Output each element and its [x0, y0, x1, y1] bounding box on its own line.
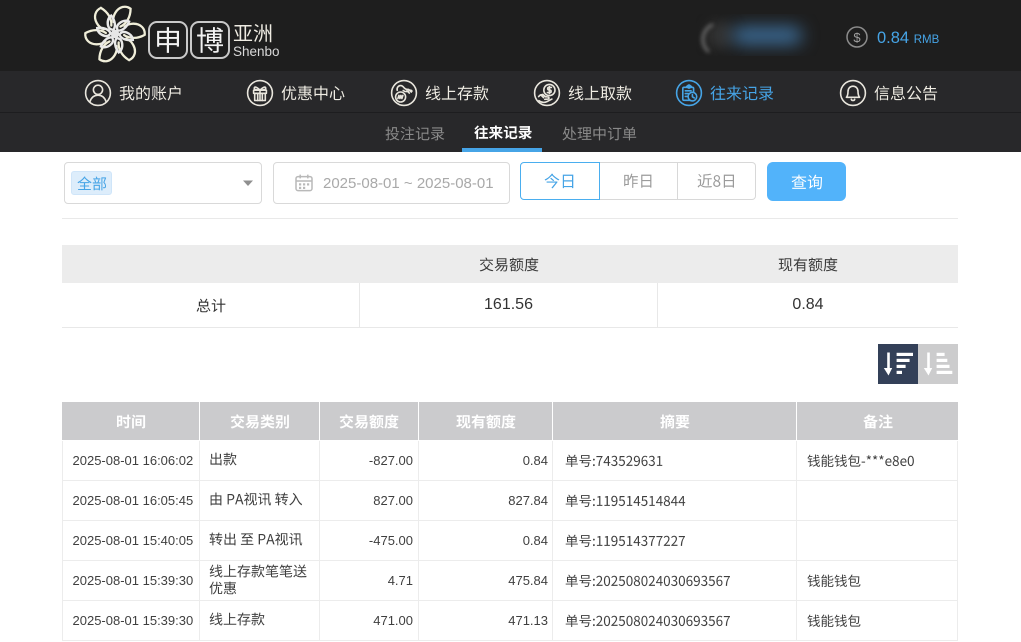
svg-text:$: $ [853, 30, 861, 45]
